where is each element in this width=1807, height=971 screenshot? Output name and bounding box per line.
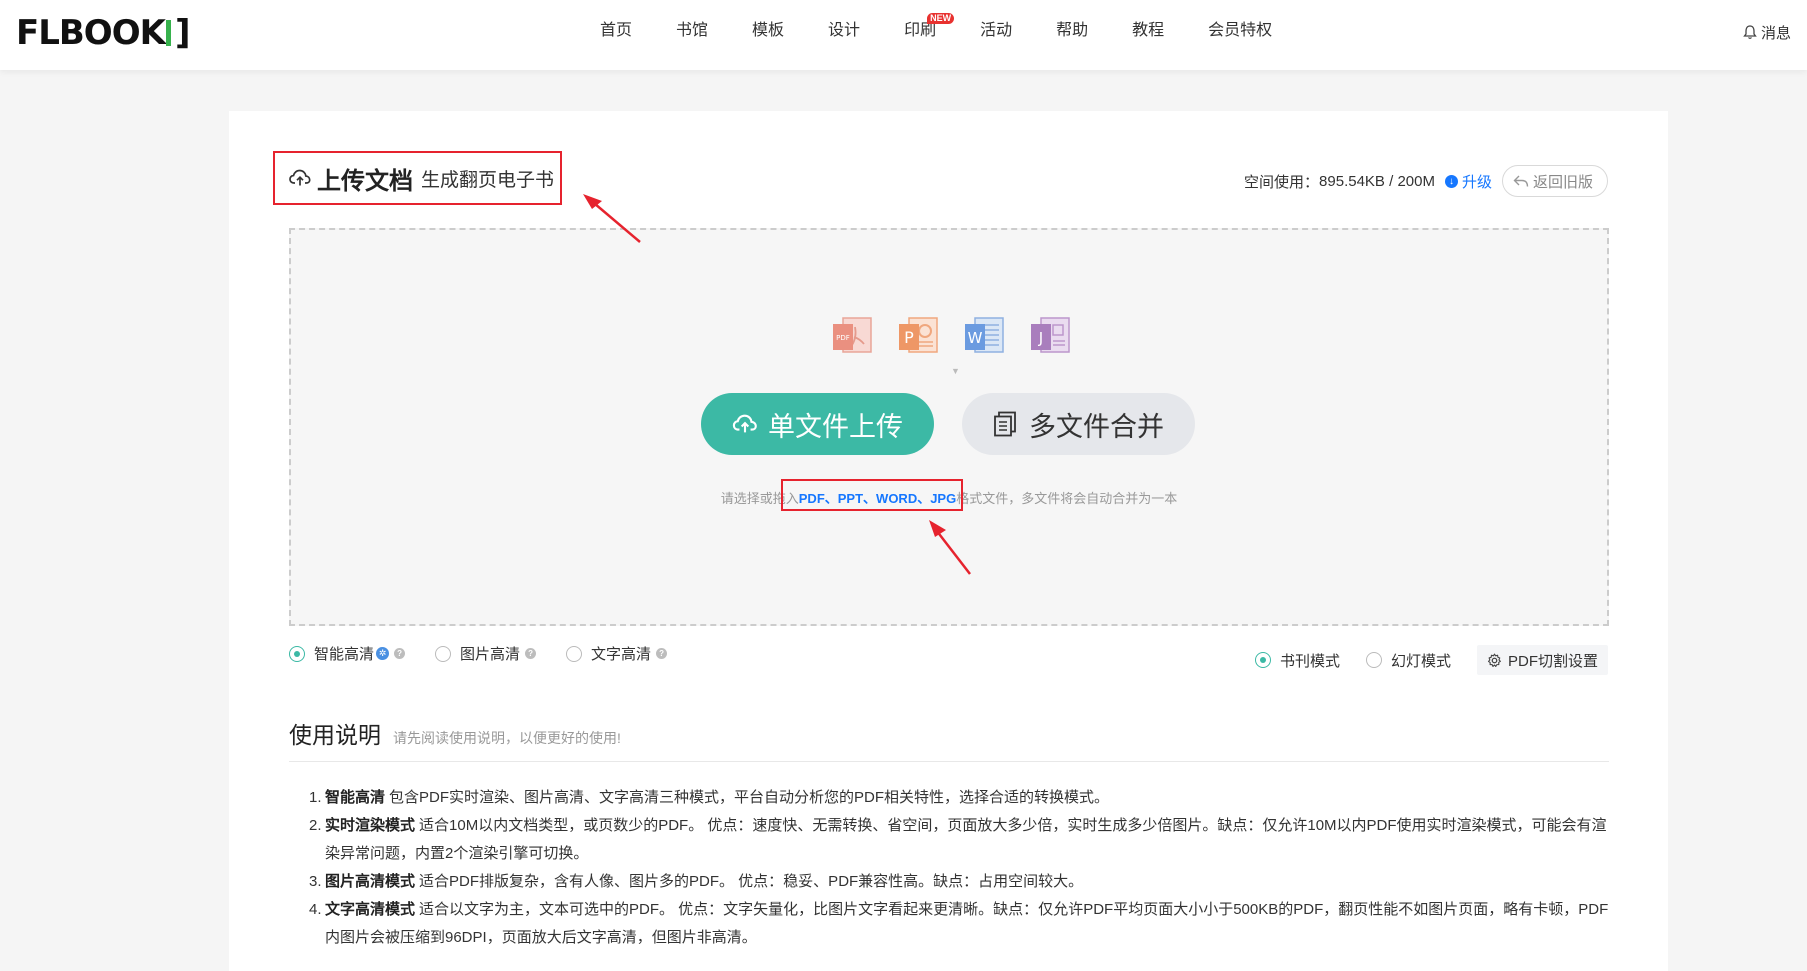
mode-options: 书刊模式 幻灯模式 PDF切割设置 [1254,643,1608,677]
main-nav: 首页 书馆 模板 设计 印刷 NEW 活动 帮助 教程 会员特权 [600,0,1316,64]
list-item: 1. 智能高清 包含PDF实时渲染、图片高清、文字高清三种模式，平台自动分析您的PD… [309,789,1110,806]
radio-button[interactable] [435,645,452,662]
logo-text: FLBOOK [16,13,166,53]
nav-item-events[interactable]: 活动 [980,0,1012,64]
caret-down-icon: ▼ [951,366,960,376]
nav-item-home[interactable]: 首页 [600,0,632,64]
divider [289,761,1609,762]
radio-button[interactable] [289,645,305,662]
option-image-hd[interactable]: 图片高清 ? [435,643,537,664]
file-drop-zone[interactable]: PDF P W J ▼ 单文件上传 多文件合并 请选择或拖入PDF、PPT、WO… [289,228,1609,626]
svg-text:P: P [904,328,914,347]
instructions-list: 1. 智能高清 包含PDF实时渲染、图片高清、文字高清三种模式，平台自动分析您的PD… [289,784,1609,952]
help-icon[interactable]: ? [656,648,668,659]
space-value: 895.54KB / 200M [1319,172,1435,190]
messages-label: 消息 [1760,25,1791,42]
radio-button[interactable] [1365,652,1382,668]
jpg-file-icon: J [1029,315,1073,357]
nav-item-design[interactable]: 设计 [828,0,860,64]
instructions-subtitle: 请先阅读使用说明，以便更好的使用! [393,730,621,746]
nav-item-vip[interactable]: 会员特权 [1208,0,1272,64]
upload-title: 上传文档 生成翻页电子书 [273,151,562,205]
upgrade-link[interactable]: ↓ 升级 [1444,171,1492,192]
option-book-mode[interactable]: 书刊模式 [1254,650,1340,671]
nav-item-templates[interactable]: 模板 [752,0,784,64]
flbook-logo[interactable]: FLBOOK ] [16,14,190,52]
instructions-title: 使用说明 [289,722,381,748]
instructions-header: 使用说明 请先阅读使用说明，以便更好的使用! [289,716,621,750]
pdf-split-settings-button[interactable]: PDF切割设置 [1476,645,1608,675]
supported-file-icons: PDF P W J [831,315,1073,357]
upgrade-arrow-icon: ↓ [1444,174,1458,188]
svg-text:J: J [1038,329,1043,347]
stacked-files-icon [994,411,1016,437]
top-header: FLBOOK ] 首页 书馆 模板 设计 印刷 NEW 活动 帮助 教程 会员特… [0,0,1807,70]
space-label: 空间使用： [1244,173,1320,191]
help-icon[interactable]: ? [525,648,537,659]
svg-text:W: W [968,329,983,347]
list-item: 3. 图片高清模式 适合PDF排版复杂，含有人像、图片多的PDF。 优点：稳妥、PD… [309,873,1084,890]
help-icon[interactable]: ? [394,648,406,659]
option-slide-mode[interactable]: 幻灯模式 [1365,650,1451,671]
page-subtitle: 生成翻页电子书 [421,169,555,191]
formats-annotation-box [781,479,963,511]
radio-button[interactable] [566,645,583,662]
single-file-upload-button[interactable]: 单文件上传 [701,393,934,455]
logo-bracket: ] [174,13,191,53]
page-title: 上传文档 [317,167,413,195]
gear-icon [1487,653,1501,667]
logo-accent-bar [165,20,171,46]
option-smart-hd[interactable]: 智能高清 ✲ ? [289,643,406,664]
bell-icon [1743,25,1757,39]
nav-item-tutorials[interactable]: 教程 [1132,0,1164,64]
smart-badge-icon: ✲ [376,647,390,660]
pdf-file-icon: PDF [831,315,875,357]
messages-button[interactable]: 消息 [1743,22,1791,43]
radio-button[interactable] [1254,652,1271,668]
nav-item-library[interactable]: 书馆 [676,0,708,64]
space-usage: 空间使用： 895.54KB / 200M ↓ 升级 返回旧版 [1244,165,1608,197]
ppt-file-icon: P [897,315,941,357]
list-item: 2. 实时渲染模式 适合10M以内文档类型，或页数少的PDF。 优点：速度快、无需转… [309,817,1607,862]
quality-options: 智能高清 ✲ ? 图片高清 ? 文字高清 ? [289,643,697,664]
option-text-hd[interactable]: 文字高清 ? [566,643,668,664]
nav-item-help[interactable]: 帮助 [1056,0,1088,64]
list-item: 4. 文字高清模式 适合以文字为主，文本可选中的PDF。 优点：文字矢量化，比图片文… [309,901,1609,946]
new-badge: NEW [927,13,955,24]
cloud-upload-icon [289,169,311,186]
reply-arrow-icon [1513,175,1529,187]
word-file-icon: W [963,315,1007,357]
nav-item-print[interactable]: 印刷 NEW [904,0,955,64]
multi-file-merge-button[interactable]: 多文件合并 [962,393,1195,455]
upload-card: 上传文档 生成翻页电子书 空间使用： 895.54KB / 200M ↓ 升级 … [229,111,1668,971]
cloud-upload-icon [732,414,757,433]
return-old-version-button[interactable]: 返回旧版 [1501,165,1608,197]
svg-text:PDF: PDF [836,334,850,342]
